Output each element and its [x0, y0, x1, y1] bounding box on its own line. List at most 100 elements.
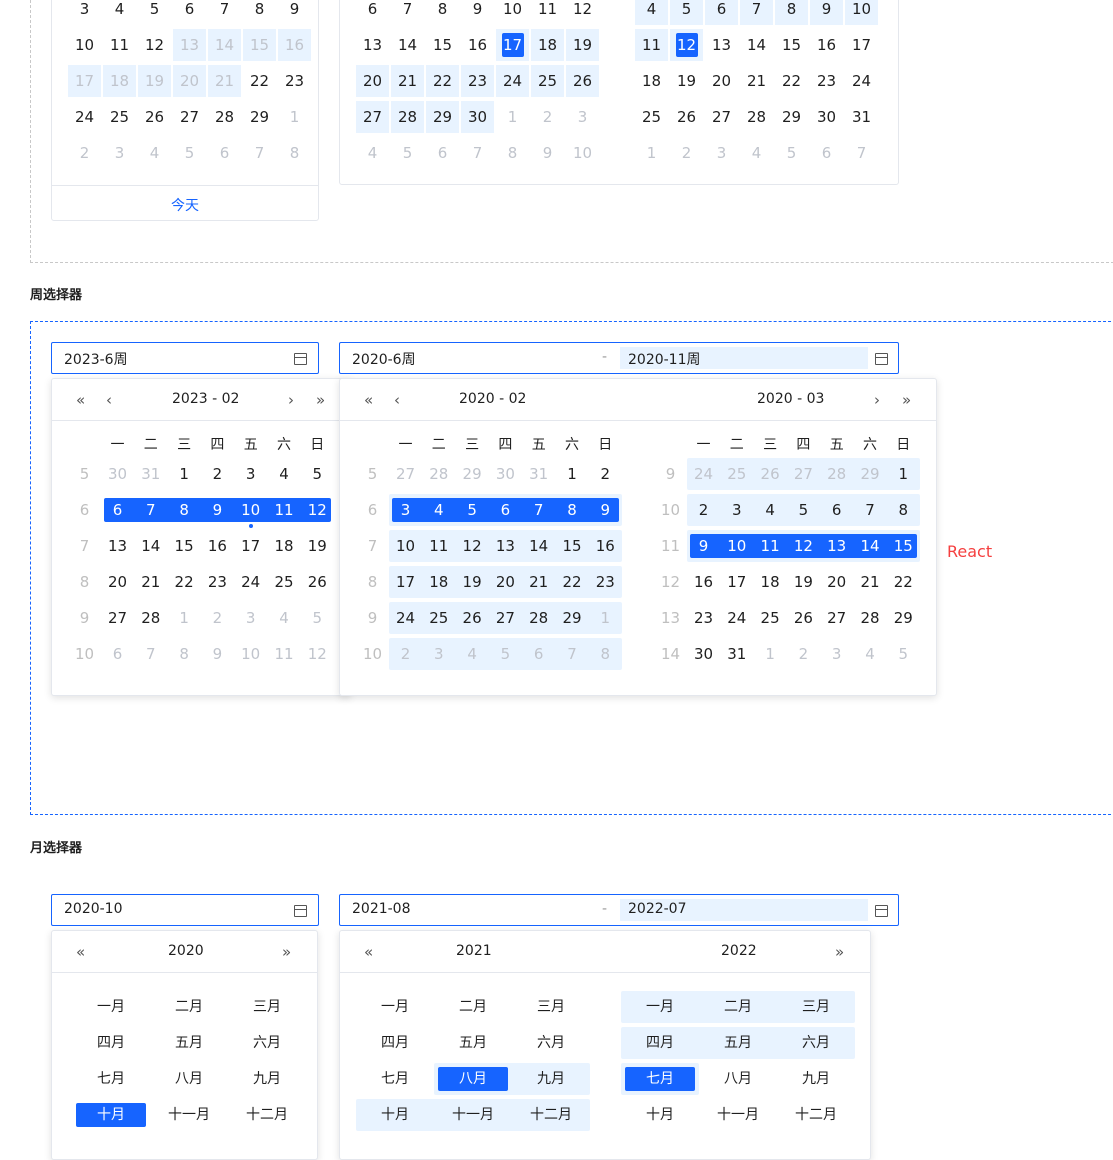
- date-cell[interactable]: 26: [670, 101, 703, 133]
- date-cell[interactable]: 9: [461, 0, 494, 25]
- date-cell[interactable]: 15: [426, 29, 459, 61]
- date-cell[interactable]: 27: [787, 458, 820, 490]
- date-cell[interactable]: 3: [720, 494, 753, 526]
- date-cell[interactable]: 19: [566, 29, 599, 61]
- month-cell[interactable]: 四月: [76, 1031, 146, 1055]
- month-cell[interactable]: 三月: [232, 995, 302, 1019]
- date-cell[interactable]: 8: [775, 0, 808, 25]
- month-cell[interactable]: 五月: [438, 1031, 508, 1055]
- date-cell[interactable]: 13: [820, 530, 853, 562]
- date-cell[interactable]: 20: [489, 566, 522, 598]
- date-cell[interactable]: 18: [268, 530, 301, 562]
- date-cell[interactable]: 1: [754, 638, 787, 670]
- date-cell[interactable]: 14: [522, 530, 555, 562]
- date-cell[interactable]: 4: [103, 0, 136, 25]
- date-cell[interactable]: 2: [201, 458, 234, 490]
- month-cell[interactable]: 十月: [625, 1103, 695, 1127]
- month-cell[interactable]: 四月: [625, 1031, 695, 1055]
- date-cell[interactable]: 14: [208, 29, 241, 61]
- date-cell[interactable]: 4: [635, 0, 668, 25]
- month-cell[interactable]: 六月: [516, 1031, 586, 1055]
- next-year-icon[interactable]: »: [902, 391, 911, 409]
- date-cell[interactable]: 4: [268, 602, 301, 634]
- date-cell[interactable]: 22: [168, 566, 201, 598]
- date-cell[interactable]: 15: [887, 530, 920, 562]
- date-cell[interactable]: 5: [775, 137, 808, 169]
- date-cell[interactable]: 13: [101, 530, 134, 562]
- date-cell[interactable]: 6: [208, 137, 241, 169]
- date-cell[interactable]: 11: [754, 530, 787, 562]
- date-cell[interactable]: 3: [103, 137, 136, 169]
- date-cell[interactable]: 11: [635, 29, 668, 61]
- date-cell[interactable]: 21: [208, 65, 241, 97]
- date-cell[interactable]: 20: [101, 566, 134, 598]
- date-cell[interactable]: 21: [854, 566, 887, 598]
- month-cell[interactable]: 一月: [625, 995, 695, 1019]
- date-cell[interactable]: 28: [391, 101, 424, 133]
- week-range-end-field[interactable]: 2020-11周: [620, 347, 868, 369]
- date-cell[interactable]: 24: [720, 602, 753, 634]
- date-cell[interactable]: 31: [522, 458, 555, 490]
- date-cell[interactable]: 8: [496, 137, 529, 169]
- month-cell[interactable]: 九月: [232, 1067, 302, 1091]
- date-cell[interactable]: 11: [531, 0, 564, 25]
- date-cell[interactable]: 30: [687, 638, 720, 670]
- date-cell[interactable]: 5: [138, 0, 171, 25]
- date-cell[interactable]: 4: [740, 137, 773, 169]
- date-cell[interactable]: 8: [168, 494, 201, 526]
- date-cell[interactable]: 5: [887, 638, 920, 670]
- date-cell[interactable]: 26: [301, 566, 334, 598]
- date-cell[interactable]: 3: [68, 0, 101, 25]
- date-cell[interactable]: 26: [566, 65, 599, 97]
- date-cell[interactable]: 2: [687, 494, 720, 526]
- date-cell[interactable]: 14: [134, 530, 167, 562]
- date-cell[interactable]: 7: [134, 638, 167, 670]
- date-cell[interactable]: 18: [103, 65, 136, 97]
- date-cell[interactable]: 6: [356, 0, 389, 25]
- month-cell[interactable]: 十月: [360, 1103, 430, 1127]
- date-cell[interactable]: 12: [301, 494, 334, 526]
- date-cell[interactable]: 9: [531, 137, 564, 169]
- date-cell[interactable]: 17: [845, 29, 878, 61]
- date-cell[interactable]: 7: [845, 137, 878, 169]
- date-cell[interactable]: 11: [103, 29, 136, 61]
- date-cell[interactable]: 31: [134, 458, 167, 490]
- date-cell[interactable]: 17: [496, 29, 529, 61]
- next-year-icon[interactable]: »: [282, 943, 291, 961]
- date-cell[interactable]: 5: [489, 638, 522, 670]
- date-cell[interactable]: 23: [278, 65, 311, 97]
- date-cell[interactable]: 9: [810, 0, 843, 25]
- month-range-start-value[interactable]: 2021-08: [352, 901, 411, 917]
- date-cell[interactable]: 6: [489, 494, 522, 526]
- date-cell[interactable]: 8: [278, 137, 311, 169]
- date-cell[interactable]: 8: [168, 638, 201, 670]
- date-cell[interactable]: 16: [278, 29, 311, 61]
- date-cell[interactable]: 27: [489, 602, 522, 634]
- date-cell[interactable]: 24: [68, 101, 101, 133]
- date-cell[interactable]: 2: [589, 458, 622, 490]
- month-range-input[interactable]: 2021-08 - 2022-07: [339, 894, 899, 926]
- date-cell[interactable]: 22: [243, 65, 276, 97]
- date-cell[interactable]: 11: [268, 494, 301, 526]
- date-cell[interactable]: 25: [103, 101, 136, 133]
- date-cell[interactable]: 9: [201, 638, 234, 670]
- date-cell[interactable]: 19: [138, 65, 171, 97]
- date-cell[interactable]: 8: [243, 0, 276, 25]
- next-year-icon[interactable]: »: [316, 391, 325, 409]
- date-cell[interactable]: 15: [556, 530, 589, 562]
- date-cell[interactable]: 6: [101, 638, 134, 670]
- date-cell[interactable]: 25: [754, 602, 787, 634]
- month-cell[interactable]: 十二月: [516, 1103, 586, 1127]
- date-cell[interactable]: 17: [720, 566, 753, 598]
- date-cell[interactable]: 8: [556, 494, 589, 526]
- date-cell[interactable]: 30: [489, 458, 522, 490]
- date-cell[interactable]: 3: [566, 101, 599, 133]
- date-cell[interactable]: 29: [456, 458, 489, 490]
- date-cell[interactable]: 28: [740, 101, 773, 133]
- date-cell[interactable]: 8: [426, 0, 459, 25]
- prev-year-icon[interactable]: «: [364, 943, 373, 961]
- month-cell[interactable]: 九月: [781, 1067, 851, 1091]
- date-cell[interactable]: 24: [496, 65, 529, 97]
- date-cell[interactable]: 2: [670, 137, 703, 169]
- week-range-input[interactable]: 2020-6周 - 2020-11周: [339, 342, 899, 374]
